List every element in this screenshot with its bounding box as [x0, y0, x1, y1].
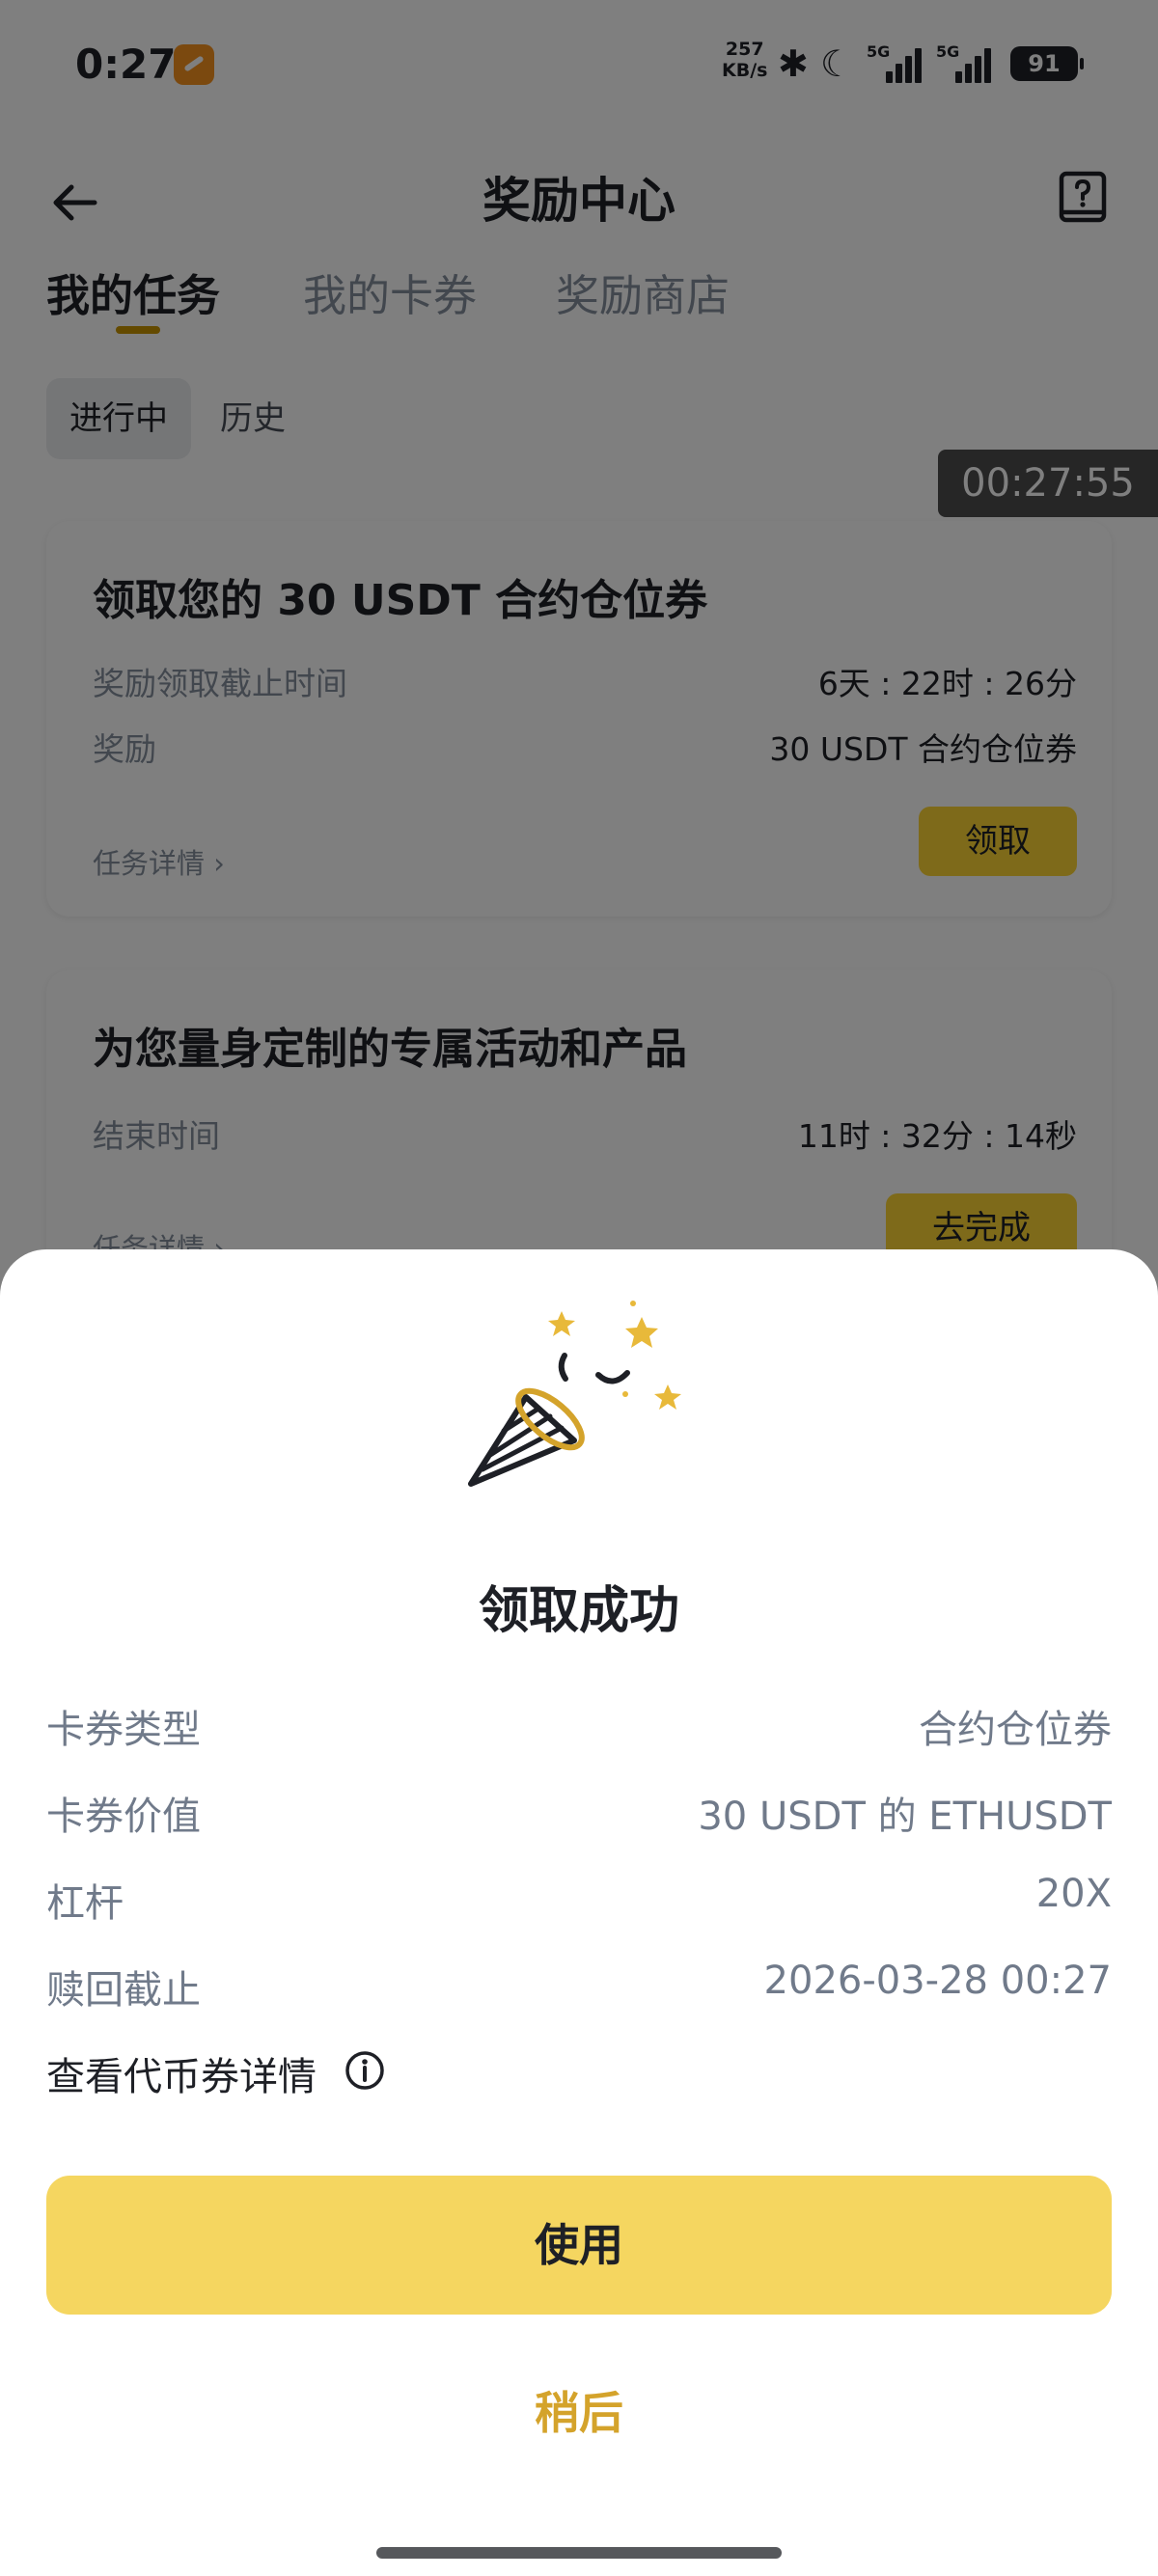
use-coupon-button[interactable]: 使用 — [46, 2176, 1112, 2315]
view-coupon-details-link[interactable]: 查看代币券详情 — [46, 2045, 317, 2101]
claim-success-sheet: 领取成功 卡券类型 合约仓位券 卡券价值 30 USDT 的 ETHUSDT 杠… — [0, 1249, 1158, 2576]
detail-label: 卡券类型 — [46, 1708, 201, 1752]
detail-value: 30 USDT 的 ETHUSDT — [698, 1795, 1112, 1839]
home-indicator[interactable] — [376, 2547, 782, 2559]
detail-value: 合约仓位券 — [919, 1708, 1112, 1752]
detail-row: 赎回截止 2026-03-28 00:27 — [46, 1959, 1112, 2016]
detail-label: 杠杆 — [46, 1881, 124, 1926]
detail-row: 杠杆 20X — [46, 1872, 1112, 1930]
later-button[interactable]: 稍后 — [0, 2378, 1158, 2442]
detail-value: 20X — [1035, 1872, 1112, 1916]
detail-label: 卡券价值 — [46, 1795, 201, 1839]
detail-row: 卡券类型 合约仓位券 — [46, 1698, 1112, 1756]
sheet-title: 领取成功 — [478, 1582, 679, 1640]
detail-row: 卡券价值 30 USDT 的 ETHUSDT — [46, 1785, 1112, 1843]
detail-value: 2026-03-28 00:27 — [763, 1959, 1112, 2003]
party-popper-icon — [468, 1301, 681, 1487]
info-circle-icon[interactable] — [344, 2049, 386, 2092]
detail-label: 赎回截止 — [46, 1968, 201, 2013]
reward-center-page: 0:27 257 KB/s ✱ ☾ 5G 5G 91 奖励中心 — [0, 0, 1158, 2576]
